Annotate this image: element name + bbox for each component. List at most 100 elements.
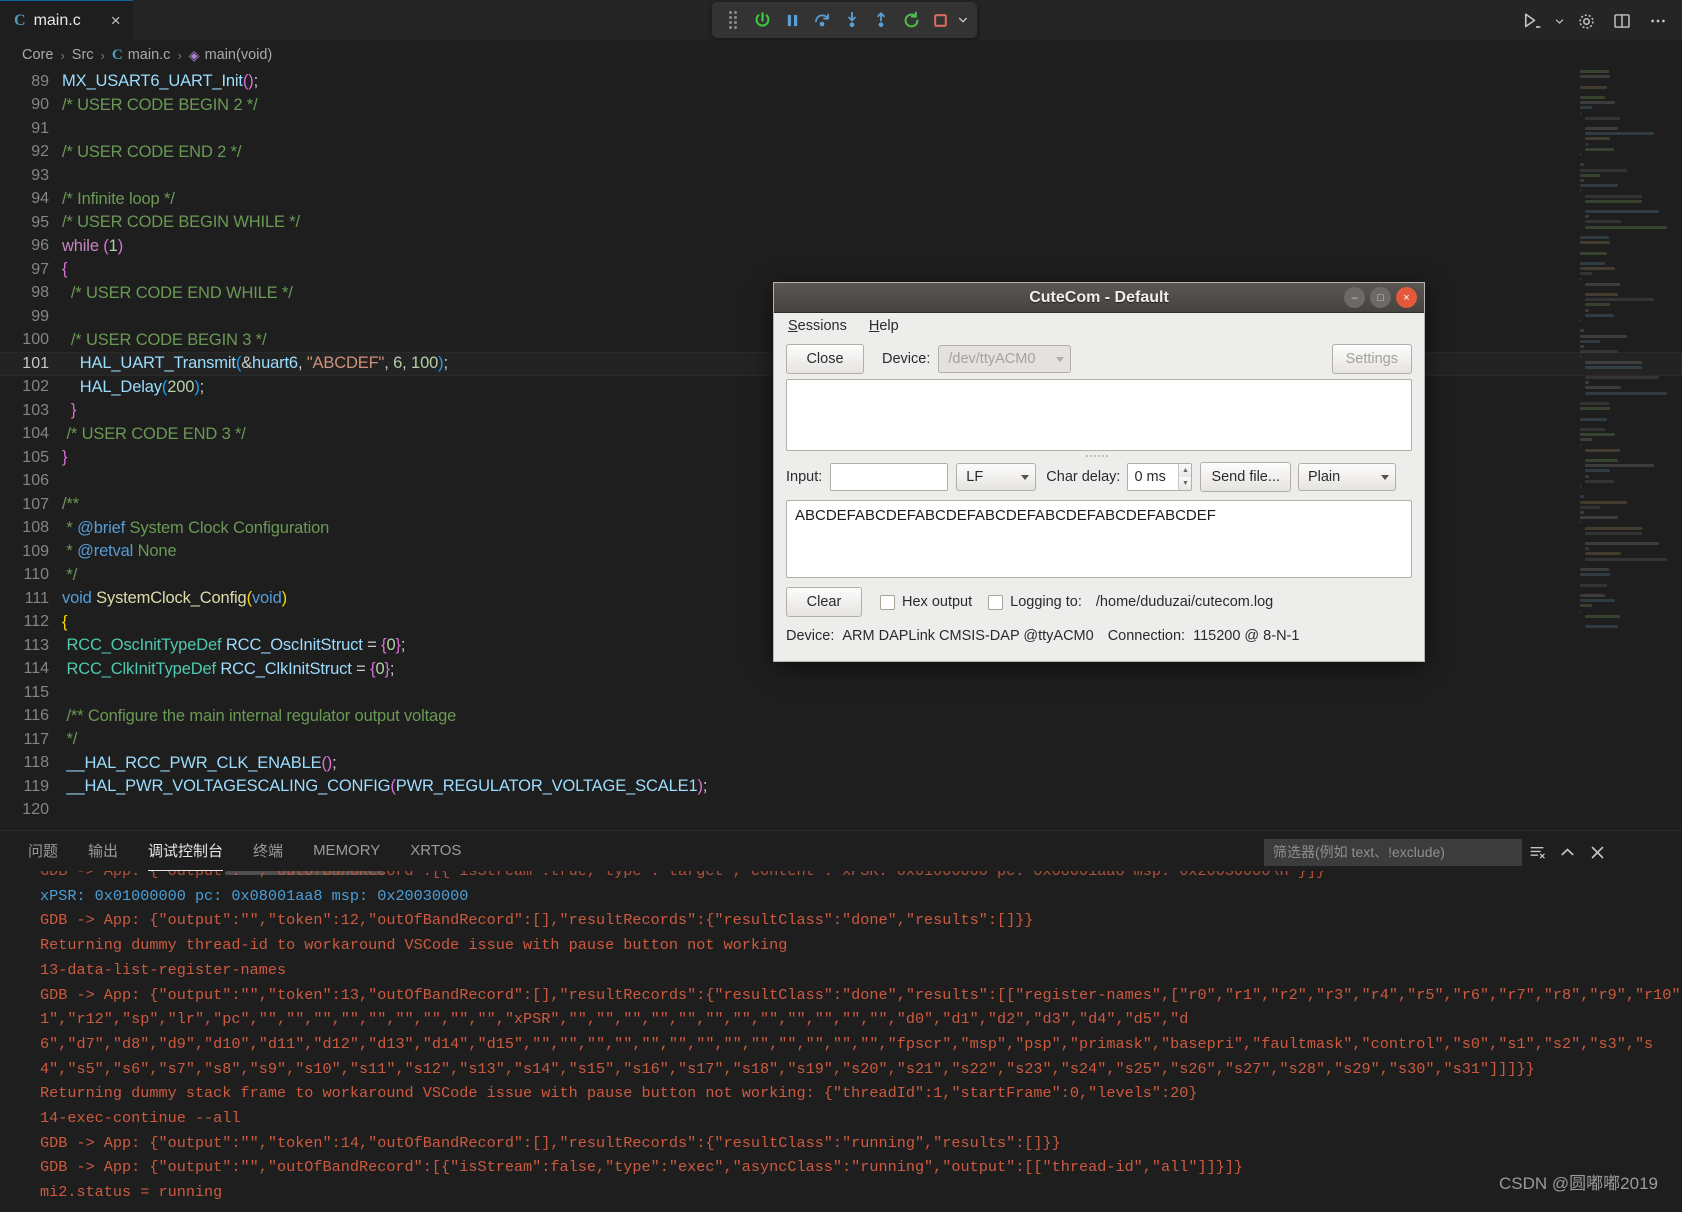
line-ending-select[interactable]: LF (956, 463, 1037, 491)
drag-handle[interactable] (718, 5, 748, 35)
cutecom-output-area[interactable]: ABCDEFABCDEFABCDEFABCDEFABCDEFABCDEFABCD… (786, 500, 1412, 578)
minimap-line (1580, 604, 1592, 608)
minimap-line (1580, 153, 1582, 156)
code-line[interactable]: 90 /* USER CODE BEGIN 2 */ (0, 94, 1682, 118)
editor-minimap[interactable] (1580, 70, 1672, 630)
clear-button[interactable]: Clear (786, 587, 862, 617)
panel-tab-1[interactable]: 输出 (88, 831, 118, 871)
minimap-line (1580, 443, 1582, 447)
minimap-line (1585, 137, 1610, 141)
code-line[interactable]: 117 */ (0, 728, 1682, 752)
editor-tab-main-c[interactable]: C main.c × (0, 0, 133, 40)
menu-sessions[interactable]: Sessions (788, 318, 847, 334)
maximize-button[interactable]: □ (1370, 287, 1391, 308)
panel-tab-5[interactable]: XRTOS (410, 831, 461, 871)
run-and-debug-icon[interactable] (1516, 6, 1548, 36)
panel-tab-0[interactable]: 问题 (28, 831, 58, 871)
send-input[interactable] (830, 463, 949, 491)
code-line[interactable]: 91 (0, 117, 1682, 141)
line-content: __HAL_RCC_PWR_CLK_ENABLE(); (66, 753, 337, 772)
console-line: xPSR: 0x01000000 pc: 0x08001aa8 msp: 0x2… (40, 886, 469, 905)
send-file-button[interactable]: Send file... (1200, 462, 1291, 492)
code-line[interactable]: 119 __HAL_PWR_VOLTAGESCALING_CONFIG(PWR_… (0, 775, 1682, 799)
spinner-arrows[interactable]: ▲ ▼ (1178, 464, 1192, 490)
filter-input[interactable] (1264, 838, 1522, 866)
line-content: /** Configure the main internal regulato… (66, 706, 457, 725)
console-line: Returning dummy thread-id to workaround … (40, 936, 788, 955)
breadcrumb-symbol[interactable]: main(void) (205, 47, 273, 63)
debug-console-output[interactable]: GDB -> App: {"output":"","outOfBandRecor… (0, 871, 1682, 1212)
minimap-line (1585, 194, 1643, 198)
minimap-line (1580, 329, 1584, 333)
minimize-button[interactable]: – (1344, 287, 1365, 308)
chevron-down-icon (959, 17, 968, 23)
restart-button[interactable] (896, 5, 926, 35)
minimap-line (1580, 319, 1582, 322)
editor-actions (1516, 6, 1674, 36)
logging-label: Logging to: (1010, 594, 1082, 610)
code-line[interactable]: 89 MX_USART6_UART_Init(); (0, 70, 1682, 94)
clear-console-icon[interactable] (1522, 837, 1552, 867)
more-actions-icon[interactable] (1642, 6, 1674, 36)
collapse-panel-icon[interactable] (1552, 837, 1582, 867)
code-line[interactable]: 93 (0, 164, 1682, 188)
code-line[interactable]: 116 /** Configure the main internal regu… (0, 705, 1682, 729)
breadcrumb-src[interactable]: Src (72, 47, 94, 63)
more-chevron[interactable] (956, 5, 971, 35)
close-button[interactable]: × (1396, 287, 1417, 308)
input-label: Input: (786, 469, 823, 485)
code-line[interactable]: 96 while (1) (0, 235, 1682, 259)
console-line: 4","s5","s6","s7","s8","s9","s10","s11",… (40, 1059, 1535, 1078)
minimap-line (1580, 339, 1600, 343)
line-number: 102 (22, 378, 49, 396)
console-line: GDB -> App: {"output":"","token":14,"out… (40, 1133, 1061, 1152)
code-line[interactable]: 92 /* USER CODE END 2 */ (0, 141, 1682, 165)
step-over-button[interactable] (807, 5, 837, 35)
line-content: HAL_UART_Transmit(&huart6, "ABCDEF", 6, … (79, 354, 448, 373)
settings-button[interactable]: Settings (1331, 344, 1412, 374)
cutecom-titlebar[interactable]: CuteCom - Default – □ × (774, 283, 1424, 313)
step-into-button[interactable] (837, 5, 867, 35)
console-line: GDB -> App: {"output":"","token":12,"out… (40, 911, 1034, 930)
cutecom-history-area[interactable] (786, 379, 1412, 451)
breadcrumb-file[interactable]: main.c (128, 47, 171, 63)
device-select[interactable]: /dev/ttyACM0 (938, 345, 1072, 373)
line-number: 114 (23, 660, 49, 678)
pause-button[interactable] (777, 5, 807, 35)
hex-output-checkbox[interactable] (880, 594, 895, 610)
panel-tab-2[interactable]: 调试控制台 (148, 831, 224, 871)
stop-button[interactable] (926, 5, 956, 35)
hex-output-label: Hex output (902, 594, 973, 610)
line-number: 113 (23, 636, 49, 654)
line-ending-value: LF (966, 469, 984, 485)
minimap-line (1580, 95, 1605, 99)
minimap-line (1580, 521, 1582, 525)
cutecom-window[interactable]: CuteCom - Default – □ × Sessions Help Cl… (773, 282, 1425, 662)
close-port-button[interactable]: Close (786, 344, 864, 374)
console-line: GDB -> App: {"output":"","outOfBandRecor… (40, 871, 1326, 880)
step-out-button[interactable] (867, 5, 897, 35)
line-number: 90 (31, 96, 49, 114)
code-line[interactable]: 118 __HAL_RCC_PWR_CLK_ENABLE(); (0, 752, 1682, 776)
code-line[interactable]: 94 /* Infinite loop */ (0, 188, 1682, 212)
settings-gear-icon[interactable] (1570, 6, 1602, 36)
code-line[interactable]: 115 (0, 681, 1682, 705)
logging-checkbox[interactable] (988, 594, 1004, 610)
format-select[interactable]: Plain (1297, 463, 1396, 491)
panel-tab-3[interactable]: 终端 (253, 831, 283, 871)
panel-tab-4[interactable]: MEMORY (313, 831, 380, 871)
minimap-line (1580, 173, 1600, 177)
run-chevron-icon[interactable] (1552, 6, 1566, 36)
split-editor-icon[interactable] (1606, 6, 1638, 36)
code-line[interactable]: 120 (0, 799, 1682, 823)
close-panel-icon[interactable] (1582, 837, 1612, 867)
breadcrumb-core[interactable]: Core (22, 47, 53, 63)
char-delay-spinbox[interactable]: 0 ms ▲ ▼ (1127, 463, 1193, 491)
close-icon[interactable]: × (111, 12, 121, 29)
line-content: */ (62, 565, 78, 584)
continue-button[interactable] (748, 5, 778, 35)
code-line[interactable]: 95 /* USER CODE BEGIN WHILE */ (0, 211, 1682, 235)
minimap-line (1585, 116, 1621, 120)
code-line[interactable]: 97 { (0, 258, 1682, 282)
menu-help[interactable]: Help (869, 318, 899, 334)
